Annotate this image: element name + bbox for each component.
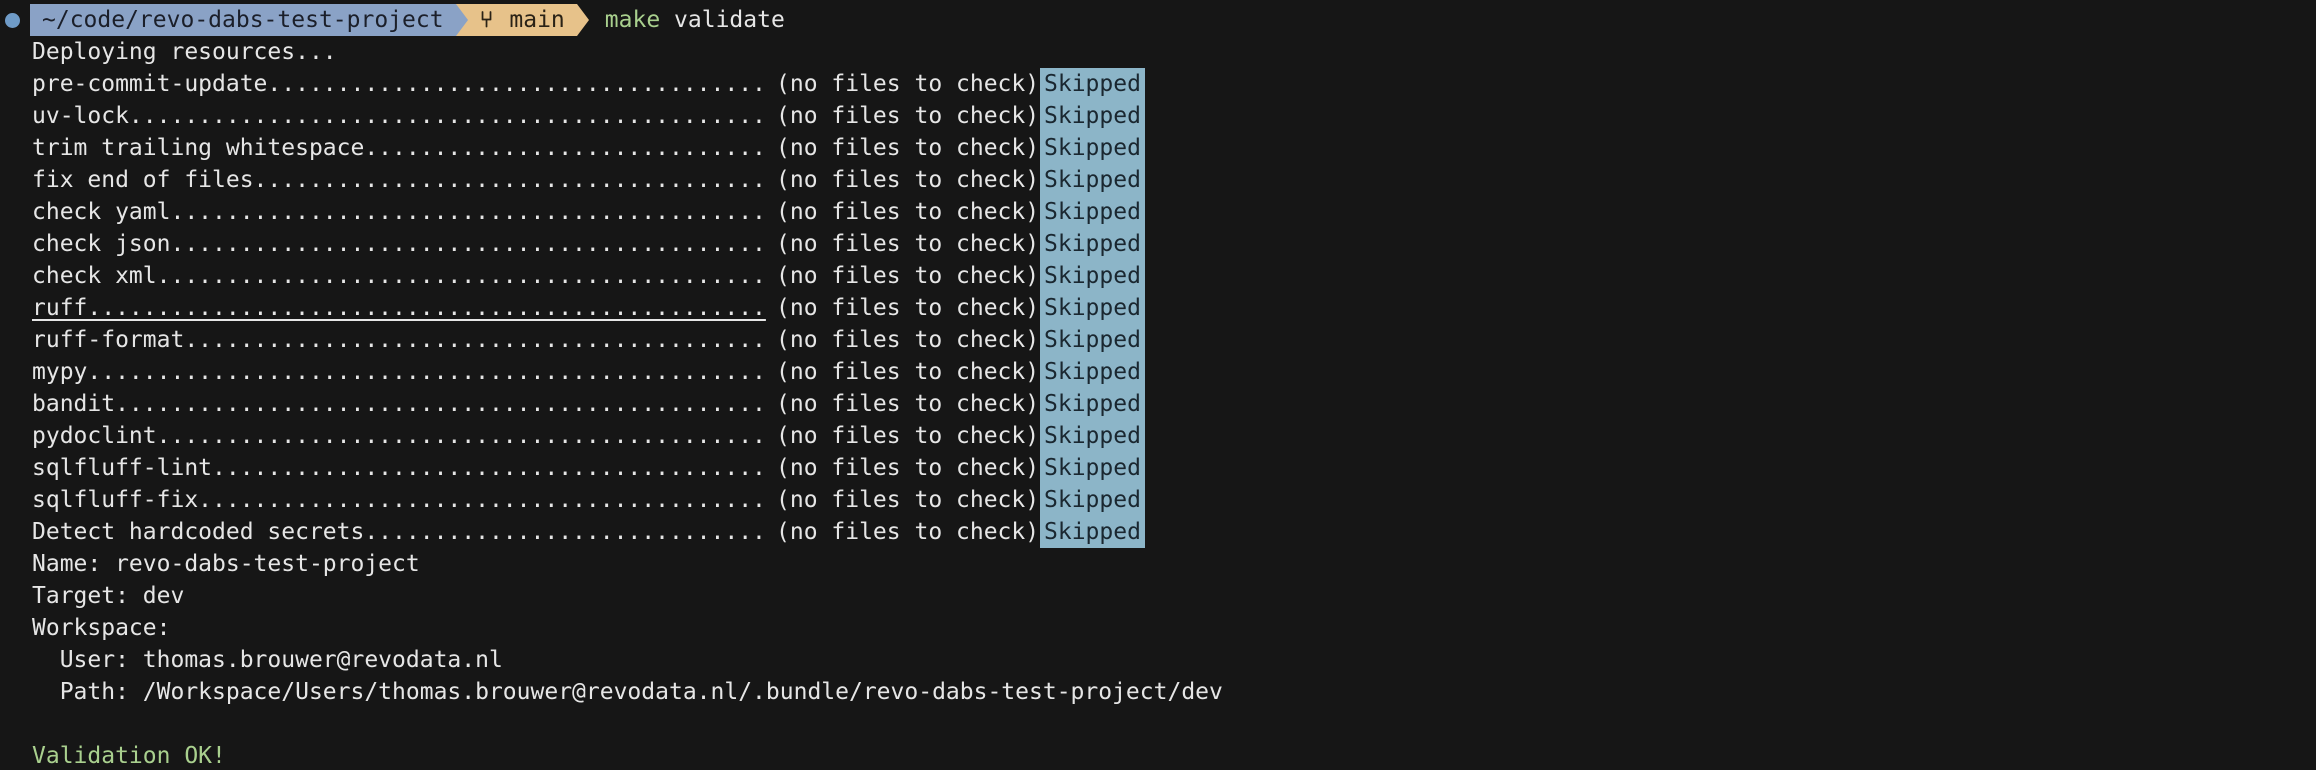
hook-label: sqlfluff-lint...........................… xyxy=(32,455,766,481)
skipped-badge: Skipped xyxy=(1040,324,1145,356)
status-dot-icon xyxy=(5,12,20,28)
hook-row: sqlfluff-fix............................… xyxy=(32,484,1145,516)
hook-label: uv-lock.................................… xyxy=(32,103,766,129)
hook-label: ruff....................................… xyxy=(32,295,766,321)
hook-note: (no files to check) xyxy=(776,391,1040,417)
hook-label: check json..............................… xyxy=(32,231,766,257)
hook-row: ruff-format.............................… xyxy=(32,324,1145,356)
shell-prompt: ~/code/revo-dabs-test-project ⑂ main mak… xyxy=(0,4,785,36)
skipped-badge: Skipped xyxy=(1040,132,1145,164)
hook-label: pre-commit-update.......................… xyxy=(32,71,766,97)
command-name: make xyxy=(604,7,661,33)
hook-row: sqlfluff-lint...........................… xyxy=(32,452,1145,484)
hook-label: check yaml..............................… xyxy=(32,199,766,225)
hook-row: fix end of files........................… xyxy=(32,164,1145,196)
hook-row: check json..............................… xyxy=(32,228,1145,260)
summary-name: Name: revo-dabs-test-project xyxy=(32,551,420,577)
skipped-badge: Skipped xyxy=(1040,228,1145,260)
hook-row: bandit..................................… xyxy=(32,388,1145,420)
deploying-message: Deploying resources... xyxy=(32,39,337,65)
hook-note: (no files to check) xyxy=(776,295,1040,321)
hook-row: pre-commit-update.......................… xyxy=(32,68,1145,100)
skipped-badge: Skipped xyxy=(1040,196,1145,228)
hook-row: Detect hardcoded secrets................… xyxy=(32,516,1145,548)
hook-label: bandit..................................… xyxy=(32,391,766,417)
skipped-badge: Skipped xyxy=(1040,484,1145,516)
hook-label: mypy....................................… xyxy=(32,359,766,385)
hook-note: (no files to check) xyxy=(776,327,1040,353)
skipped-badge: Skipped xyxy=(1040,68,1145,100)
hook-row: mypy....................................… xyxy=(32,356,1145,388)
hook-row: pydoclint...............................… xyxy=(32,420,1145,452)
terminal-window[interactable]: ~/code/revo-dabs-test-project ⑂ main mak… xyxy=(0,0,2316,770)
hook-note: (no files to check) xyxy=(776,423,1040,449)
prompt-git-segment: ⑂ main xyxy=(467,4,577,36)
summary-user: User: thomas.brouwer@revodata.nl xyxy=(32,647,503,673)
skipped-badge: Skipped xyxy=(1040,292,1145,324)
hook-note: (no files to check) xyxy=(776,103,1040,129)
hook-note: (no files to check) xyxy=(776,487,1040,513)
hook-note: (no files to check) xyxy=(776,359,1040,385)
validation-result: Validation OK! xyxy=(32,743,226,769)
skipped-badge: Skipped xyxy=(1040,100,1145,132)
hook-note: (no files to check) xyxy=(776,263,1040,289)
skipped-badge: Skipped xyxy=(1040,164,1145,196)
hook-label: sqlfluff-fix............................… xyxy=(32,487,766,513)
skipped-badge: Skipped xyxy=(1040,260,1145,292)
hook-row: check yaml..............................… xyxy=(32,196,1145,228)
hook-label: pydoclint...............................… xyxy=(32,423,766,449)
summary-target: Target: dev xyxy=(32,583,185,609)
hook-row: uv-lock.................................… xyxy=(32,100,1145,132)
hook-label: check xml...............................… xyxy=(32,263,766,289)
skipped-badge: Skipped xyxy=(1040,516,1145,548)
hook-note: (no files to check) xyxy=(776,455,1040,481)
hook-label: Detect hardcoded secrets................… xyxy=(32,519,766,545)
skipped-badge: Skipped xyxy=(1040,452,1145,484)
summary-path: Path: /Workspace/Users/thomas.brouwer@re… xyxy=(32,679,1223,705)
hook-row: ruff....................................… xyxy=(32,292,1145,324)
skipped-badge: Skipped xyxy=(1040,356,1145,388)
skipped-badge: Skipped xyxy=(1040,420,1145,452)
hook-note: (no files to check) xyxy=(776,519,1040,545)
command-argument: validate xyxy=(674,7,785,33)
hook-note: (no files to check) xyxy=(776,135,1040,161)
hook-label: trim trailing whitespace................… xyxy=(32,135,766,161)
hook-note: (no files to check) xyxy=(776,167,1040,193)
segment-separator-icon xyxy=(455,4,468,36)
prompt-path-segment: ~/code/revo-dabs-test-project xyxy=(30,4,456,36)
git-branch-icon: ⑂ xyxy=(479,7,494,33)
hook-note: (no files to check) xyxy=(776,231,1040,257)
git-branch-name: main xyxy=(509,7,565,33)
hook-label: fix end of files........................… xyxy=(32,167,766,193)
skipped-badge: Skipped xyxy=(1040,388,1145,420)
hook-row: check xml...............................… xyxy=(32,260,1145,292)
summary-workspace: Workspace: xyxy=(32,615,171,641)
segment-separator-icon xyxy=(576,4,589,36)
hook-note: (no files to check) xyxy=(776,71,1040,97)
hook-label: ruff-format.............................… xyxy=(32,327,766,353)
hook-row: trim trailing whitespace................… xyxy=(32,132,1145,164)
hook-note: (no files to check) xyxy=(776,199,1040,225)
